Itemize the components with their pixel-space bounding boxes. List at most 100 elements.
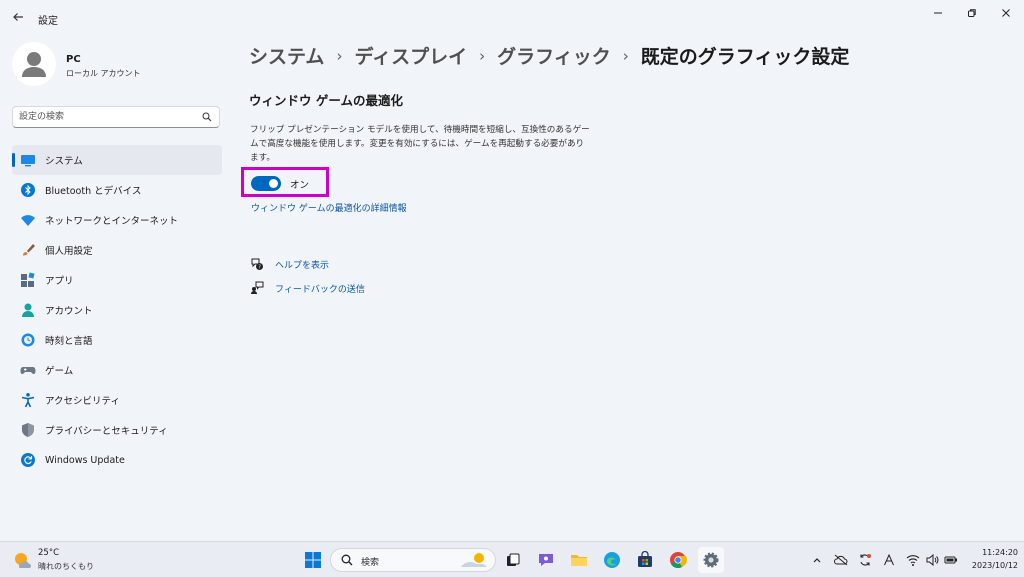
- person-icon: [20, 302, 36, 318]
- sidebar-item-system[interactable]: システム: [12, 145, 222, 175]
- sidebar-item-gaming[interactable]: ゲーム: [12, 355, 222, 385]
- edge-icon: [604, 552, 620, 568]
- restore-button[interactable]: [956, 4, 988, 22]
- search-highlight-icon: [461, 553, 487, 567]
- settings-search[interactable]: [12, 106, 220, 128]
- chrome-icon: [670, 552, 687, 569]
- sidebar-item-bluetooth[interactable]: Bluetooth とデバイス: [12, 175, 222, 205]
- weather-sun-cloud-icon[interactable]: [12, 550, 32, 570]
- taskbar-search-label: 検索: [361, 558, 380, 568]
- chrome-button[interactable]: [665, 547, 691, 573]
- sidebar-item-accounts[interactable]: アカウント: [12, 295, 222, 325]
- sidebar-item-apps[interactable]: アプリ: [12, 265, 222, 295]
- gamepad-icon: [20, 362, 36, 378]
- store-button[interactable]: [632, 547, 658, 573]
- sync-button[interactable]: [856, 551, 874, 569]
- back-button[interactable]: [8, 7, 28, 27]
- restore-icon: [968, 9, 976, 17]
- start-button[interactable]: [300, 547, 326, 573]
- search-icon[interactable]: [202, 112, 212, 122]
- title-bar: 設定: [0, 0, 1024, 36]
- settings-app-button[interactable]: [698, 547, 724, 573]
- update-icon: [20, 452, 36, 468]
- close-button[interactable]: [990, 4, 1022, 22]
- show-hidden-icons-button[interactable]: [808, 551, 826, 569]
- sidebar-item-label: アクセシビリティ: [45, 396, 120, 407]
- accessibility-icon: [20, 392, 36, 408]
- system-icon: [20, 152, 36, 168]
- minimize-icon: [934, 12, 942, 14]
- weather-condition: 晴れのちくもり: [38, 562, 94, 571]
- network-button[interactable]: [904, 551, 922, 569]
- close-icon: [1002, 9, 1010, 17]
- feedback-icon: [249, 280, 265, 296]
- search-input[interactable]: [19, 110, 189, 124]
- windows-logo-icon: [305, 552, 321, 568]
- folder-icon: [571, 555, 587, 566]
- breadcrumb-separator-icon: ›: [336, 46, 343, 65]
- volume-button[interactable]: [924, 551, 942, 569]
- sidebar-item-windows-update[interactable]: Windows Update: [12, 445, 222, 475]
- sidebar-item-label: システム: [45, 156, 83, 167]
- feedback-link[interactable]: フィードバックの送信: [249, 280, 365, 296]
- app-title: 設定: [38, 16, 58, 27]
- bluetooth-icon: [20, 182, 36, 198]
- settings-window: 設定 PC ローカル アカウント システム: [0, 0, 1024, 541]
- user-silhouette-icon: [22, 52, 46, 77]
- sidebar-item-network[interactable]: ネットワークとインターネット: [12, 205, 222, 235]
- sidebar-item-label: 個人用設定: [45, 246, 93, 257]
- toggle-state-label: オン: [290, 180, 310, 191]
- user-name: PC: [66, 54, 81, 65]
- svg-text:?: ?: [258, 265, 261, 271]
- breadcrumb: システム › ディスプレイ › グラフィック › 既定のグラフィック設定: [249, 42, 849, 69]
- sync-icon: [860, 554, 871, 566]
- sidebar-item-accessibility[interactable]: アクセシビリティ: [12, 385, 222, 415]
- help-chat-icon: ?: [249, 256, 265, 272]
- account-type: ローカル アカウント: [66, 69, 141, 78]
- toggle-knob: [269, 179, 278, 188]
- task-view-button[interactable]: [500, 547, 526, 573]
- wifi-icon: [906, 555, 920, 566]
- store-icon: [638, 551, 652, 567]
- breadcrumb-system[interactable]: システム: [249, 42, 324, 69]
- details-link[interactable]: ウィンドウ ゲームの最適化の詳細情報: [251, 201, 407, 214]
- taskbar-search[interactable]: 検索: [330, 548, 496, 572]
- sidebar-item-time-language[interactable]: 時刻と言語: [12, 325, 222, 355]
- input-method-button[interactable]: [880, 551, 898, 569]
- clock-date[interactable]: 2023/10/12: [956, 561, 1018, 570]
- get-help-link[interactable]: ? ヘルプを表示: [249, 256, 329, 272]
- task-view-icon: [507, 553, 520, 566]
- ime-letter-icon: [884, 554, 894, 566]
- sidebar-item-label: ゲーム: [45, 366, 74, 377]
- cloud-off-icon: [834, 554, 848, 566]
- breadcrumb-separator-icon: ›: [622, 46, 629, 65]
- avatar: [12, 42, 56, 86]
- active-indicator: [12, 153, 15, 167]
- clock-time[interactable]: 11:24:20: [966, 548, 1018, 557]
- chat-app-button[interactable]: [533, 547, 559, 573]
- minimize-button[interactable]: [922, 4, 954, 22]
- sidebar-item-label: 時刻と言語: [45, 336, 93, 347]
- sidebar-item-label: アプリ: [45, 276, 74, 287]
- file-explorer-button[interactable]: [566, 547, 592, 573]
- shield-icon: [20, 422, 36, 438]
- onedrive-button[interactable]: [832, 551, 850, 569]
- weather-temperature: 25°C: [38, 548, 60, 558]
- sidebar-item-label: ネットワークとインターネット: [45, 216, 179, 227]
- feedback-label: フィードバックの送信: [275, 284, 365, 295]
- edge-button[interactable]: [599, 547, 625, 573]
- wifi-icon: [20, 212, 36, 228]
- breadcrumb-graphics[interactable]: グラフィック: [497, 42, 611, 69]
- optimization-toggle[interactable]: [251, 176, 281, 191]
- taskbar: 25°C 晴れのちくもり 検索 11:24:20 2023/10/12: [0, 541, 1024, 577]
- sidebar-item-privacy[interactable]: プライバシーとセキュリティ: [12, 415, 222, 445]
- sidebar-item-personalization[interactable]: 個人用設定: [12, 235, 222, 265]
- get-help-label: ヘルプを表示: [275, 260, 330, 271]
- sidebar-nav: システム Bluetooth とデバイス ネットワークとインターネット 個人用設…: [12, 145, 222, 475]
- search-icon: [341, 554, 353, 566]
- breadcrumb-display[interactable]: ディスプレイ: [354, 42, 467, 69]
- globe-clock-icon: [20, 332, 36, 348]
- sidebar-item-label: プライバシーとセキュリティ: [45, 426, 168, 437]
- chat-icon: [539, 554, 553, 566]
- brush-icon: [20, 242, 36, 258]
